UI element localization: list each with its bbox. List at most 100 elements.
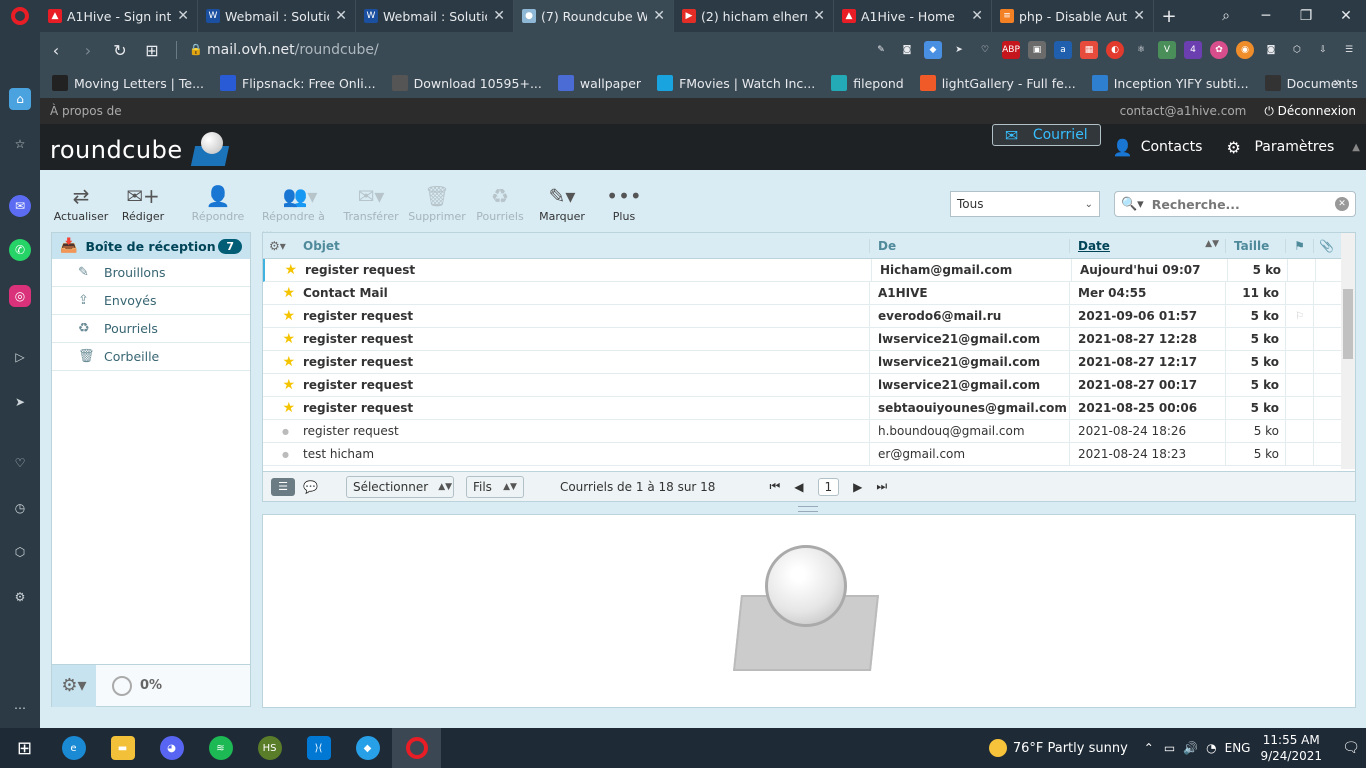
ext-color-icon[interactable]: ▦: [1080, 41, 1098, 59]
message-flag-icon[interactable]: [1285, 327, 1313, 351]
start-button[interactable]: ⊞: [0, 728, 49, 768]
search-input[interactable]: Recherche...: [1152, 197, 1240, 212]
taskbar-opera[interactable]: [392, 728, 441, 768]
vpn-shield-icon[interactable]: ◆: [924, 41, 942, 59]
close-tab-icon[interactable]: ✕: [971, 8, 983, 24]
bookmark-item[interactable]: FMovies | Watch Inc...: [657, 75, 815, 91]
list-options-gear-icon[interactable]: ⚙▾: [263, 239, 303, 253]
ext-wheel-icon[interactable]: ✿: [1210, 41, 1228, 59]
bookmark-item[interactable]: Download 10595+...: [391, 75, 542, 91]
messenger-icon[interactable]: ✉: [9, 195, 31, 217]
player-icon[interactable]: ▷: [9, 346, 31, 368]
reload-button[interactable]: ↻: [104, 41, 136, 60]
close-tab-icon[interactable]: ✕: [653, 8, 665, 24]
message-flag-icon[interactable]: [1285, 419, 1313, 443]
attachment-column-icon[interactable]: 📎: [1313, 238, 1339, 253]
refresh-button[interactable]: ⇄ Actualiser: [50, 182, 112, 236]
maximize-button[interactable]: ❐: [1286, 8, 1326, 24]
header-subject[interactable]: Objet: [303, 239, 869, 253]
settings-icon[interactable]: ⚙: [9, 586, 31, 608]
message-row[interactable]: ★ register request lwservice21@gmail.com 20…: [263, 350, 1355, 374]
message-row[interactable]: ★ register request everodo6@mail.ru 2021-09…: [263, 304, 1355, 328]
message-row[interactable]: ★ register request Hicham@gmail.com Aujourd…: [263, 258, 1355, 282]
nav-mail[interactable]: ✉ Courriel: [991, 124, 1101, 146]
status-dot-icon[interactable]: ●: [263, 450, 303, 459]
reply-all-button[interactable]: 👥▾ Répondre à ...: [262, 182, 338, 236]
about-link[interactable]: À propos de: [50, 104, 122, 118]
taskbar-spotify[interactable]: ≋: [196, 728, 245, 768]
prev-page-icon[interactable]: ◀: [794, 480, 803, 494]
folder-sent[interactable]: ⇪ Envoyés: [52, 287, 250, 315]
header-from[interactable]: De: [869, 238, 1069, 253]
first-page-icon[interactable]: ⏮: [769, 479, 780, 494]
message-row[interactable]: ★ register request sebtaouiyounes@gmail.co…: [263, 396, 1355, 420]
clear-search-icon[interactable]: ✕: [1335, 197, 1349, 211]
lock-icon[interactable]: 🔒: [189, 43, 203, 57]
folder-trash[interactable]: 🗑 Corbeille: [52, 343, 250, 371]
taskbar-vscode[interactable]: ⟩⟨: [294, 728, 343, 768]
browser-tab[interactable]: ≡ php - Disable Auth ✕: [992, 0, 1154, 32]
ext-badge-icon[interactable]: 4: [1184, 41, 1202, 59]
message-row[interactable]: ● test hicham er@gmail.com 2021-08-24 18:23…: [263, 442, 1355, 466]
close-tab-icon[interactable]: ✕: [177, 8, 189, 24]
threads-icon[interactable]: 💬: [303, 480, 318, 494]
delete-button[interactable]: 🗑 Supprimer: [404, 182, 470, 236]
cube-ext-icon[interactable]: ▣: [1028, 41, 1046, 59]
tray-chevron-icon[interactable]: ⌃: [1144, 741, 1154, 755]
notification-icon[interactable]: 🗨: [1336, 740, 1366, 756]
flag-column-icon[interactable]: ⚑: [1285, 238, 1313, 253]
folder-junk[interactable]: ♻ Pourriels: [52, 315, 250, 343]
taskbar-app[interactable]: ◆: [343, 728, 392, 768]
roundcube-logo[interactable]: roundcube: [50, 132, 231, 168]
send-icon[interactable]: ➤: [9, 391, 31, 413]
message-flag-icon[interactable]: ⚐: [1285, 304, 1313, 328]
message-flag-icon[interactable]: [1285, 396, 1313, 420]
battery-icon[interactable]: ▭: [1164, 741, 1175, 755]
more-icon[interactable]: ⋯: [9, 697, 31, 719]
message-flag-icon[interactable]: [1285, 373, 1313, 397]
status-dot-icon[interactable]: ●: [263, 427, 303, 436]
close-tab-icon[interactable]: ✕: [493, 8, 505, 24]
extensions-cube-icon[interactable]: ⬡: [1288, 41, 1306, 59]
message-row[interactable]: ★ register request lwservice21@gmail.com 20…: [263, 327, 1355, 351]
close-window-button[interactable]: ✕: [1326, 8, 1366, 24]
list-scrollbar[interactable]: [1341, 233, 1355, 469]
close-tab-icon[interactable]: ✕: [813, 8, 825, 24]
ext-a-icon[interactable]: a: [1054, 41, 1072, 59]
filter-select[interactable]: Tous ⌄: [950, 191, 1100, 217]
compose-button[interactable]: ✉+ Rédiger: [112, 182, 174, 236]
speed-dial-icon[interactable]: ☆: [9, 133, 31, 155]
bookmark-item[interactable]: filepond: [831, 75, 904, 91]
taskbar-discord[interactable]: ◕: [147, 728, 196, 768]
search-tabs-icon[interactable]: ⌕: [1206, 8, 1246, 24]
opera-menu-button[interactable]: [0, 0, 40, 32]
adblock-icon[interactable]: ABP: [1002, 41, 1020, 59]
weather-widget[interactable]: 76°F Partly sunny: [988, 739, 1128, 757]
bookmark-item[interactable]: wallpaper: [557, 75, 641, 91]
browser-tab[interactable]: ● (7) Roundcube Web ✕: [514, 0, 674, 32]
folder-drafts[interactable]: ✎ Brouillons: [52, 259, 250, 287]
easy-setup-icon[interactable]: ☰: [1340, 41, 1358, 59]
header-date[interactable]: Date ▲▼: [1069, 238, 1225, 253]
reply-button[interactable]: 👤 Répondre: [174, 182, 262, 236]
logout-button[interactable]: ⏻ Déconnexion: [1264, 104, 1356, 119]
clock[interactable]: 11:55 AM 9/24/2021: [1260, 732, 1322, 764]
mark-button[interactable]: ✎▾ Marquer: [530, 182, 594, 236]
junk-button[interactable]: ♻ Pourriels: [470, 182, 530, 236]
browser-tab[interactable]: ▶ (2) hicham elherraz ✕: [674, 0, 834, 32]
star-icon[interactable]: ★: [263, 331, 303, 347]
nav-contacts[interactable]: 👤 Contacts: [1101, 124, 1215, 170]
last-page-icon[interactable]: ⏭: [876, 479, 887, 494]
message-row[interactable]: ★ register request lwservice21@gmail.com 20…: [263, 373, 1355, 397]
bookmark-item[interactable]: lightGallery - Full fe...: [919, 75, 1076, 91]
close-tab-icon[interactable]: ✕: [1133, 8, 1145, 24]
send-url-icon[interactable]: ➤: [950, 41, 968, 59]
star-icon[interactable]: ★: [263, 377, 303, 393]
extensions-icon[interactable]: ⬡: [9, 541, 31, 563]
back-button[interactable]: ‹: [40, 41, 72, 60]
bookmark-heart-icon[interactable]: ♡: [976, 41, 994, 59]
tabs-grid-icon[interactable]: ⊞: [136, 41, 168, 60]
minimize-button[interactable]: ─: [1246, 8, 1286, 24]
threads-dropdown[interactable]: Fils ▲▼: [465, 475, 524, 498]
message-flag-icon[interactable]: [1285, 350, 1313, 374]
